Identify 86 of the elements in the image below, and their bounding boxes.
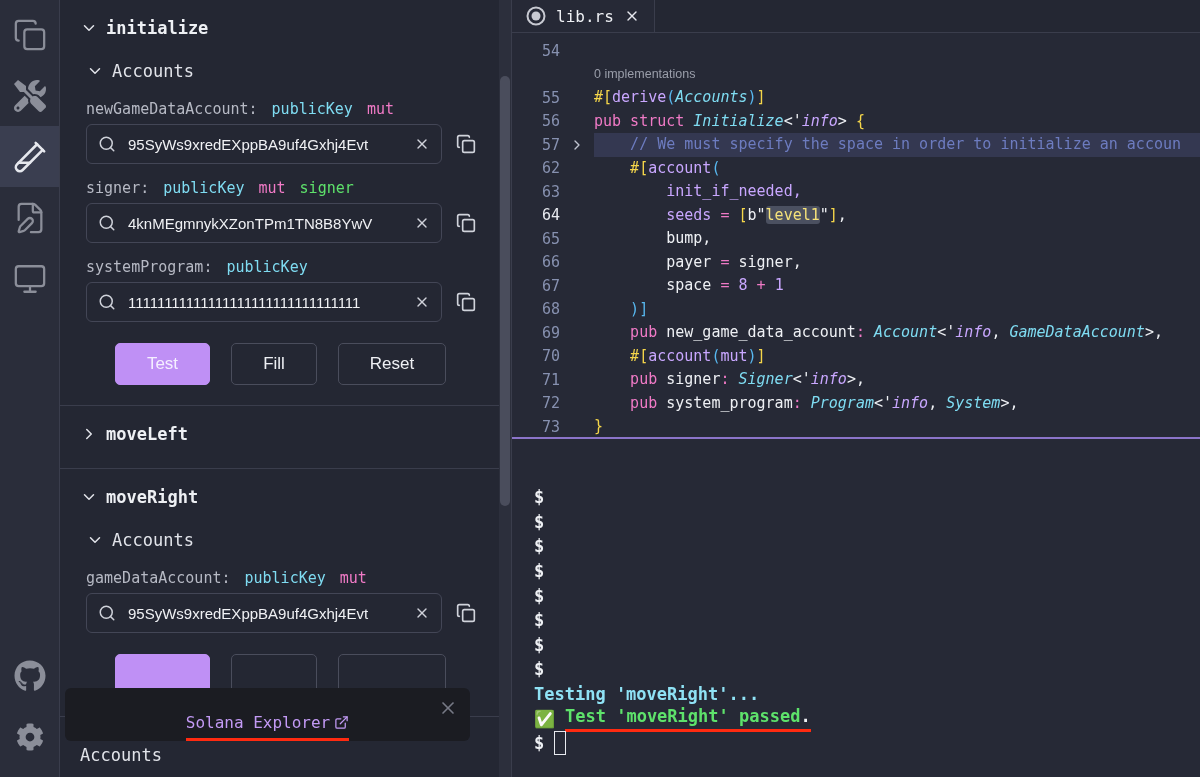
line-number: 66 <box>540 253 560 272</box>
code-line: pub signer: Signer<'info>, <box>629 369 866 390</box>
terminal-prompt: $ <box>534 733 545 754</box>
account-tag: mut <box>366 100 394 118</box>
line-number: 73 <box>540 417 560 436</box>
search-icon <box>98 214 116 232</box>
account-tag: publicKey <box>163 179 245 197</box>
code-line: pub new_game_data_account: Account<'info, GameDataAccount>, <box>629 322 1164 343</box>
terminal-prompt: $ <box>534 585 545 606</box>
code-line: #[account( <box>629 157 722 179</box>
account-name: gameDataAccount: <box>86 569 231 587</box>
instruction-title[interactable]: moveRight <box>106 487 199 507</box>
search-icon <box>98 135 116 153</box>
address-field[interactable]: 95SyWs9xredEXppBA9uf4Gxhj4Evt <box>86 124 442 164</box>
line-number: 68 <box>540 300 560 319</box>
address-field[interactable]: 11111111111111111111111111111111 <box>86 282 442 322</box>
github-icon <box>13 659 46 692</box>
check-icon: ✅ <box>534 708 555 729</box>
code-line: pub struct Initialize<'info> { <box>594 110 866 132</box>
line-number: 56 <box>540 112 560 131</box>
copy-icon[interactable] <box>456 603 476 623</box>
action-button[interactable]: Reset <box>338 343 446 385</box>
account-tag: signer <box>299 179 354 197</box>
account-name: newGameDataAccount: <box>86 100 258 118</box>
line-number: 55 <box>540 88 560 107</box>
line-number: 72 <box>540 394 560 413</box>
account-tag: publicKey <box>271 100 353 118</box>
terminal-prompt: $ <box>534 536 545 557</box>
search-icon <box>98 604 116 622</box>
account-name: signer: <box>86 179 150 197</box>
instruction-title[interactable]: moveLeft <box>106 424 188 444</box>
code-line: payer = signer, <box>665 251 803 273</box>
line-number: 70 <box>540 347 560 366</box>
code-line: #[derive(Accounts)] <box>594 87 767 108</box>
terminal-prompt: $ <box>534 561 545 582</box>
search-icon <box>98 293 116 311</box>
account-tag: mut <box>339 569 367 587</box>
line-number: 65 <box>540 229 560 248</box>
copy-icon[interactable] <box>456 213 476 233</box>
code-line: pub system_program: Program<'info, System>, <box>629 392 1020 414</box>
code-line: seeds = [b"level1"], <box>665 204 848 226</box>
instruction-title[interactable]: initialize <box>106 18 209 38</box>
code-line: space = 8 + 1 <box>665 275 785 296</box>
explorer-link[interactable]: Solana Explorer <box>185 712 350 741</box>
account-tag: mut <box>258 179 286 197</box>
line-number: 62 <box>540 159 560 178</box>
line-number: 64 <box>540 206 560 225</box>
action-button[interactable]: Fill <box>231 343 317 385</box>
scrollbar-thumb[interactable] <box>500 76 510 506</box>
accounts-heading[interactable]: Accounts <box>80 745 162 765</box>
terminal-prompt: $ <box>534 634 545 655</box>
copy-icon[interactable] <box>456 134 476 154</box>
code-line: init_if_needed, <box>665 181 803 202</box>
line-number: 57 <box>540 135 560 154</box>
terminal-prompt: $ <box>534 610 545 631</box>
external-link-icon <box>334 714 350 730</box>
account-tag: publicKey <box>244 569 326 587</box>
code-line: bump, <box>665 228 713 249</box>
line-number: 63 <box>540 182 560 201</box>
terminal-prompt: $ <box>534 511 545 532</box>
accounts-heading[interactable]: Accounts <box>112 530 194 550</box>
accounts-heading[interactable]: Accounts <box>112 61 194 81</box>
terminal-line: Testing 'moveRight'... <box>534 684 760 705</box>
address-field[interactable]: 4knMEgmnykXZonTPm1TN8B8YwV <box>86 203 442 243</box>
code-line: } <box>594 416 605 437</box>
copy-icon[interactable] <box>456 292 476 312</box>
account-name: systemProgram: <box>86 258 213 276</box>
line-number: 54 <box>540 41 560 60</box>
codelens[interactable]: 0 implementations <box>594 67 696 82</box>
account-tag: publicKey <box>226 258 308 276</box>
line-number: 69 <box>540 323 560 342</box>
line-number: 67 <box>540 276 560 295</box>
code-line: )] <box>629 298 650 320</box>
settings-icon <box>15 722 44 751</box>
terminal-prompt: $ <box>534 659 545 680</box>
code-line: #[account(mut)] <box>629 345 767 367</box>
test-tube-icon <box>12 139 47 174</box>
activity-item[interactable] <box>0 126 59 187</box>
files-icon <box>12 17 47 52</box>
terminal-cursor <box>554 731 567 756</box>
tools-icon <box>13 79 46 112</box>
line-number: 71 <box>540 370 560 389</box>
tab-title: lib.rs <box>556 6 614 26</box>
terminal-line: Test 'moveRight' passed. <box>565 705 811 732</box>
terminal-prompt: $ <box>534 487 545 508</box>
address-field[interactable]: 95SyWs9xredEXppBA9uf4Gxhj4Evt <box>86 593 442 633</box>
